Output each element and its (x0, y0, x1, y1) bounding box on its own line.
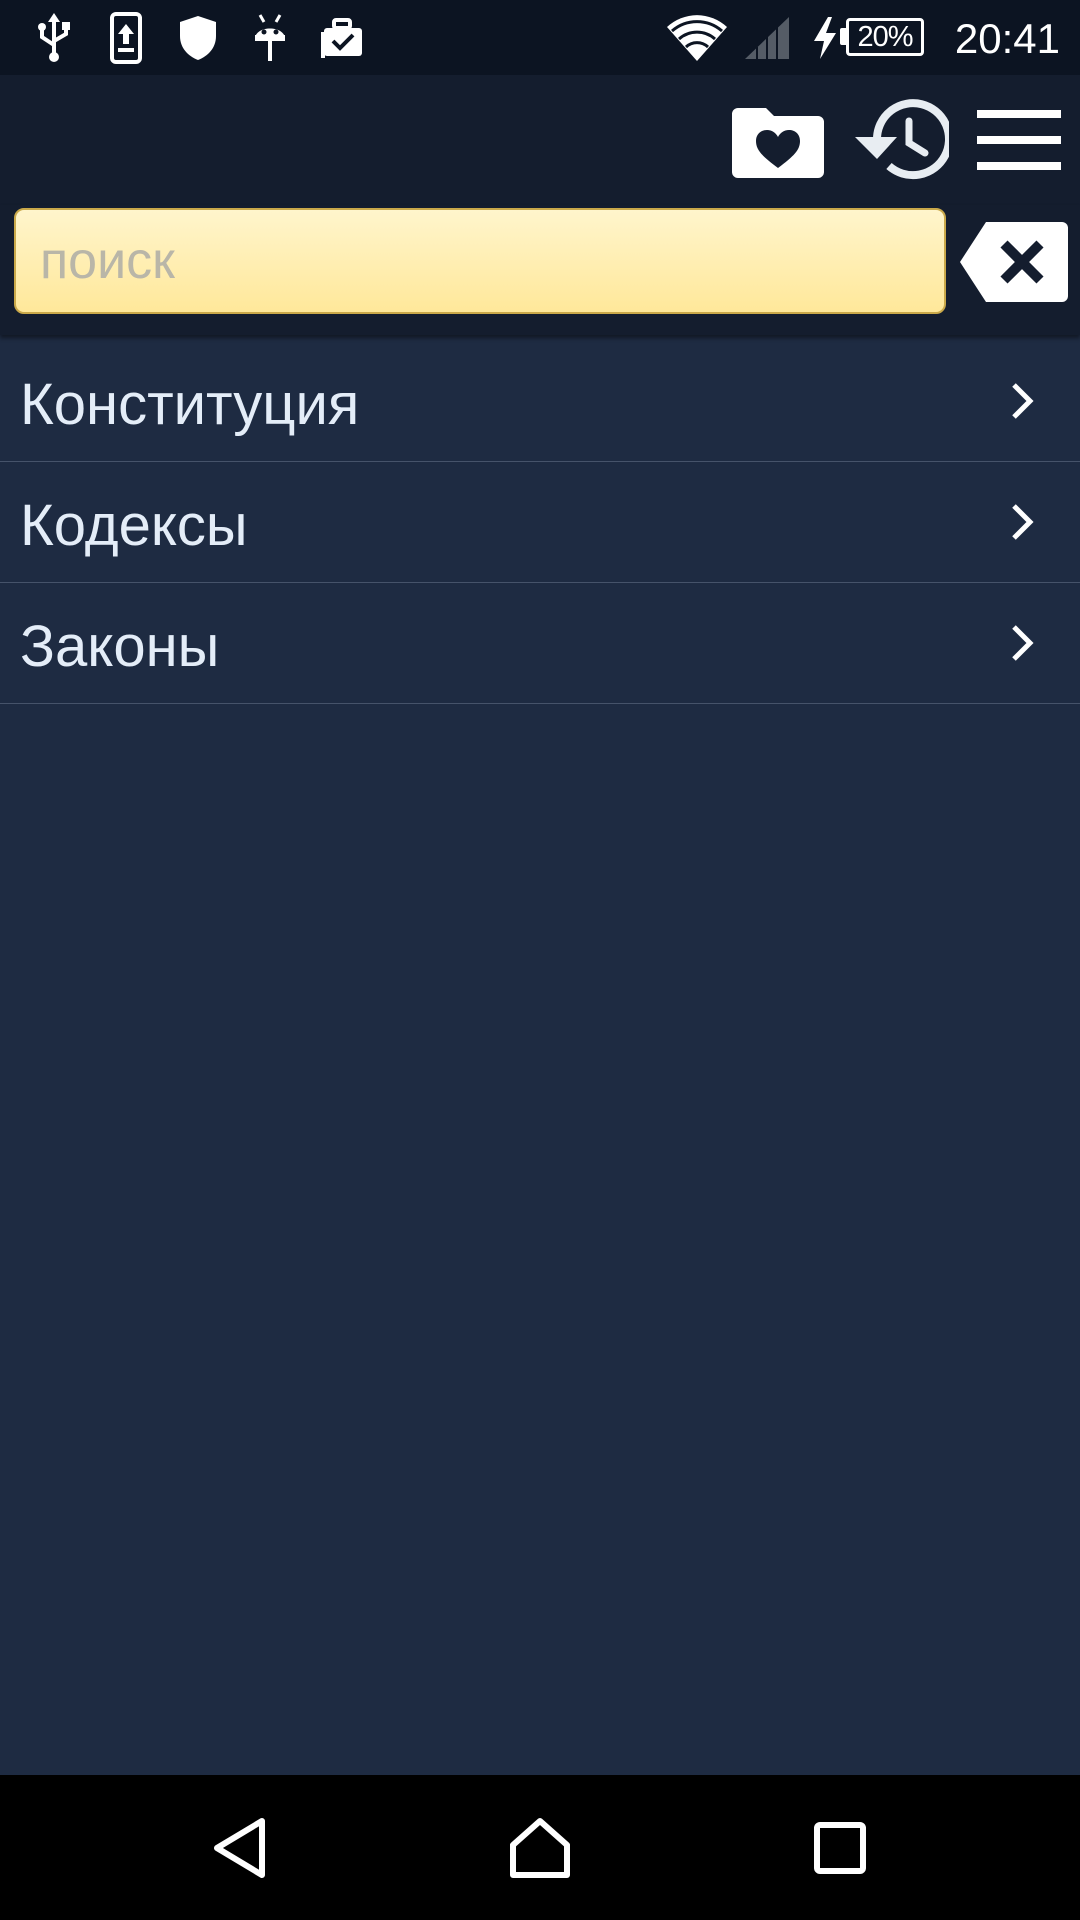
list-item-label: Конституция (20, 372, 360, 437)
history-icon[interactable] (850, 89, 950, 189)
chevron-right-icon (1008, 502, 1038, 547)
back-icon[interactable] (200, 1775, 280, 1920)
list-item-constitution[interactable]: Конституция (0, 341, 1080, 462)
menu-icon[interactable] (976, 95, 1062, 185)
search-input[interactable] (14, 208, 946, 314)
usb-icon (32, 0, 76, 75)
recents-icon[interactable] (800, 1775, 880, 1920)
system-nav-bar (0, 1775, 1080, 1920)
list-item-laws[interactable]: Законы (0, 583, 1080, 704)
cell-signal-icon (740, 0, 794, 75)
android-icon (248, 0, 292, 75)
briefcase-check-icon (318, 0, 366, 75)
list-item-label: Кодексы (20, 493, 248, 558)
list-item-codes[interactable]: Кодексы (0, 462, 1080, 583)
home-icon[interactable] (500, 1775, 580, 1920)
category-list: Конституция Кодексы Законы (0, 341, 1080, 704)
chevron-right-icon (1008, 623, 1038, 668)
app-toolbar (0, 75, 1080, 205)
wifi-icon (664, 0, 730, 75)
list-item-label: Законы (20, 614, 220, 679)
clear-search-icon[interactable] (958, 220, 1070, 309)
shield-icon (175, 0, 221, 75)
phone-upload-icon (104, 0, 148, 75)
favorites-folder-icon[interactable] (730, 93, 826, 189)
status-bar: 20% 20:41 (0, 0, 1080, 75)
battery-level: 20% (846, 18, 924, 56)
chevron-right-icon (1008, 381, 1038, 426)
search-bar (0, 205, 1080, 335)
status-clock: 20:41 (954, 15, 1060, 62)
app-screen: 20% 20:41 поиск Конституция Кодексы Зако… (0, 0, 1080, 1920)
charging-bolt-icon (808, 0, 842, 75)
